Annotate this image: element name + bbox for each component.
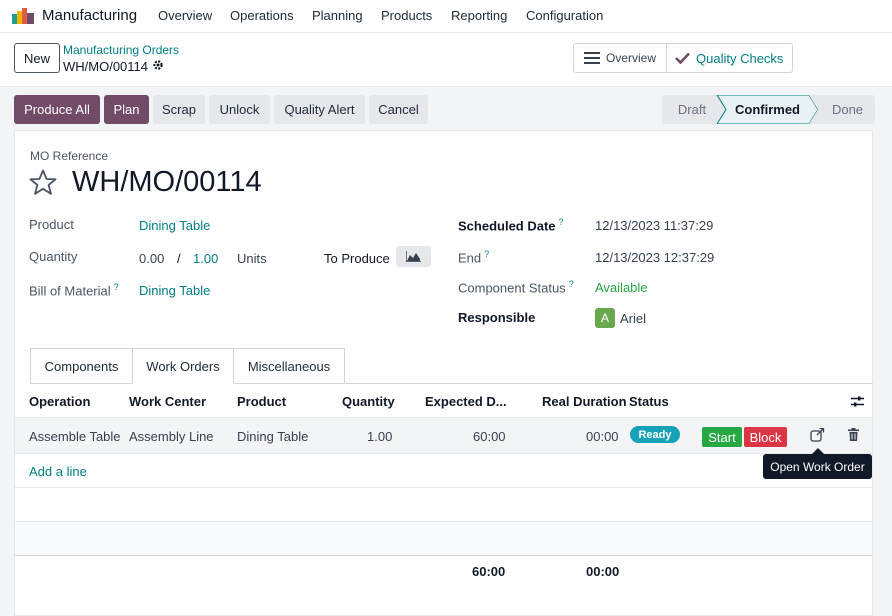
- cancel-button[interactable]: Cancel: [369, 95, 428, 124]
- optional-columns-icon[interactable]: [851, 395, 864, 408]
- component-status-help-icon[interactable]: ?: [569, 279, 574, 289]
- produce-all-button[interactable]: Produce All: [14, 95, 100, 124]
- end-label-text: End: [458, 250, 482, 266]
- column-expected-duration[interactable]: Expected D...: [425, 394, 507, 409]
- area-chart-icon: [406, 251, 421, 262]
- bom-help-icon[interactable]: ?: [114, 282, 119, 292]
- unlock-button[interactable]: Unlock: [209, 95, 270, 124]
- quantity-produced-input[interactable]: 0.00: [139, 251, 164, 266]
- tab-miscellaneous[interactable]: Miscellaneous: [234, 348, 345, 384]
- breadcrumb-current-record: WH/MO/00114: [63, 59, 149, 74]
- column-quantity[interactable]: Quantity: [342, 394, 395, 409]
- component-status-label-text: Component Status: [458, 280, 566, 296]
- quantity-separator: /: [177, 251, 181, 266]
- column-product[interactable]: Product: [237, 394, 286, 409]
- cell-operation[interactable]: Assemble Table: [29, 429, 121, 444]
- quantity-label: Quantity: [29, 249, 78, 264]
- quality-checks-label: Quality Checks: [696, 50, 784, 66]
- trash-icon[interactable]: [848, 428, 859, 441]
- scheduled-date-help-icon[interactable]: ?: [559, 217, 564, 227]
- bill-of-material-link[interactable]: Dining Table: [139, 283, 210, 298]
- bill-of-material-label-text: Bill of Material: [29, 283, 111, 299]
- nav-reporting[interactable]: Reporting: [451, 8, 507, 23]
- cell-product[interactable]: Dining Table: [237, 429, 308, 444]
- record-title: WH/MO/00114: [72, 166, 262, 198]
- quality-checks-smart-button[interactable]: Quality Checks: [667, 44, 792, 72]
- total-real-duration: 00:00: [586, 564, 620, 579]
- end-date-value[interactable]: 12/13/2023 12:37:29: [595, 250, 714, 265]
- component-status-label: Component Status?: [458, 279, 574, 295]
- start-button[interactable]: Start: [702, 427, 742, 447]
- column-real-duration[interactable]: Real Duration: [542, 394, 627, 409]
- quality-alert-button[interactable]: Quality Alert: [274, 95, 365, 124]
- forecast-report-button[interactable]: [396, 246, 431, 267]
- scheduled-date-label: Scheduled Date?: [458, 217, 564, 233]
- tab-components[interactable]: Components: [30, 348, 132, 384]
- quantity-target-input[interactable]: 1.00: [193, 251, 218, 266]
- product-link[interactable]: Dining Table: [139, 218, 210, 233]
- list-icon: [584, 52, 600, 64]
- control-panel: New Manufacturing Orders WH/MO/00114 Ove…: [0, 33, 892, 87]
- avatar[interactable]: A: [595, 308, 615, 328]
- column-status[interactable]: Status: [629, 394, 669, 409]
- star-icon[interactable]: [29, 169, 57, 196]
- total-expected-duration: 60:00: [472, 564, 506, 579]
- open-work-order-tooltip: Open Work Order: [763, 454, 872, 479]
- end-label: End?: [458, 249, 489, 265]
- status-step-draft[interactable]: Draft: [662, 95, 722, 124]
- nav-operations[interactable]: Operations: [230, 8, 294, 23]
- cell-expected-duration[interactable]: 60:00: [473, 429, 506, 444]
- bill-of-material-label: Bill of Material?: [29, 282, 119, 298]
- table-footer-divider: [15, 555, 872, 556]
- scrap-button[interactable]: Scrap: [153, 95, 205, 124]
- column-work-center[interactable]: Work Center: [129, 394, 206, 409]
- check-icon: [675, 52, 690, 64]
- form-sheet: MO Reference WH/MO/00114 Product Dining …: [14, 130, 873, 616]
- add-a-line-link[interactable]: Add a line: [29, 464, 87, 479]
- status-step-confirmed[interactable]: Confirmed: [726, 95, 809, 124]
- status-badge: Ready: [630, 426, 680, 443]
- scheduled-date-label-text: Scheduled Date: [458, 218, 556, 234]
- nav-configuration[interactable]: Configuration: [526, 8, 603, 23]
- cell-real-duration[interactable]: 00:00: [586, 429, 619, 444]
- scheduled-date-value[interactable]: 12/13/2023 11:37:29: [595, 218, 713, 233]
- cell-work-center[interactable]: Assembly Line: [129, 429, 214, 444]
- gear-icon[interactable]: [152, 59, 164, 71]
- row-divider: [15, 453, 872, 454]
- nav-overview[interactable]: Overview: [158, 8, 212, 23]
- breadcrumb-manufacturing-orders[interactable]: Manufacturing Orders: [63, 43, 179, 57]
- empty-row-stripe: [15, 522, 872, 556]
- overview-smart-button[interactable]: Overview: [574, 44, 667, 72]
- external-link-icon[interactable]: [810, 428, 825, 442]
- quantity-uom[interactable]: Units: [237, 251, 267, 266]
- manufacturing-app-icon[interactable]: [12, 8, 34, 24]
- overview-smart-button-label: Overview: [606, 51, 657, 65]
- to-produce-label: To Produce: [324, 251, 390, 266]
- status-step-done[interactable]: Done: [820, 95, 875, 124]
- end-help-icon[interactable]: ?: [484, 249, 489, 259]
- mo-reference-label: MO Reference: [30, 149, 109, 163]
- nav-planning[interactable]: Planning: [312, 8, 363, 23]
- status-bar: Draft Confirmed Done: [662, 95, 875, 124]
- product-label: Product: [29, 217, 74, 232]
- new-button[interactable]: New: [14, 43, 60, 73]
- responsible-value[interactable]: Ariel: [620, 311, 646, 326]
- smart-buttons: Overview Quality Checks: [573, 43, 793, 73]
- app-name[interactable]: Manufacturing: [42, 7, 137, 24]
- tab-work-orders[interactable]: Work Orders: [132, 348, 234, 384]
- block-button[interactable]: Block: [744, 427, 787, 447]
- top-navbar: Manufacturing Overview Operations Planni…: [0, 0, 892, 33]
- plan-button[interactable]: Plan: [104, 95, 149, 124]
- responsible-label: Responsible: [458, 310, 536, 325]
- cell-quantity[interactable]: 1.00: [367, 429, 392, 444]
- column-operation[interactable]: Operation: [29, 394, 90, 409]
- add-line-divider: [15, 487, 872, 488]
- component-status-value: Available: [595, 280, 648, 295]
- nav-products[interactable]: Products: [381, 8, 432, 23]
